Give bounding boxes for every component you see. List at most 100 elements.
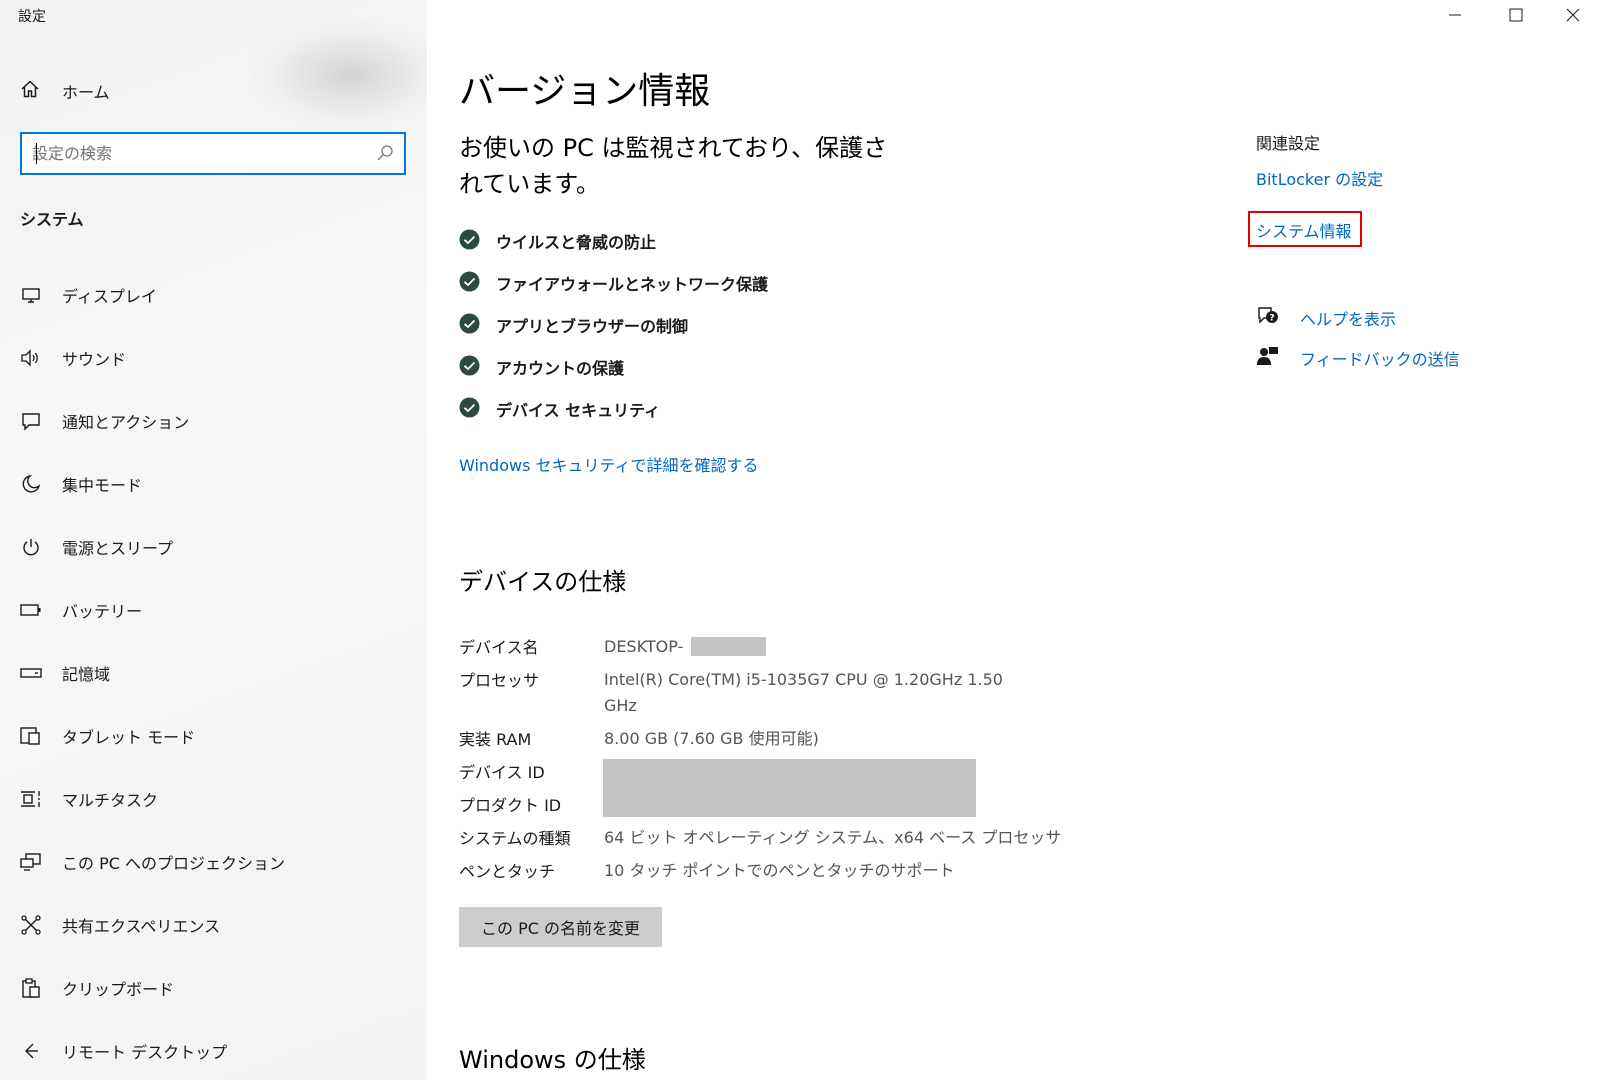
display-icon <box>20 284 42 306</box>
bitlocker-settings-link[interactable]: BitLocker の設定 <box>1256 166 1383 190</box>
windows-specs-heading: Windows の仕様 <box>459 1046 646 1074</box>
spec-label: デバイス名 <box>459 638 539 657</box>
sidebar-item-multitask[interactable]: マルチタスク <box>20 784 158 814</box>
feedback-link[interactable]: フィードバックの送信 <box>1300 346 1460 370</box>
spec-label: ペンとタッチ <box>459 862 556 881</box>
redacted-device-name <box>691 637 766 656</box>
protection-item-label: ウイルスと脅威の防止 <box>496 233 657 252</box>
help-chat-icon: ? <box>1256 305 1280 331</box>
spec-label: システムの種類 <box>459 829 571 848</box>
sidebar-item-label: ディスプレイ <box>62 287 157 306</box>
rename-pc-button[interactable]: この PC の名前を変更 <box>459 907 662 947</box>
home-icon <box>20 79 40 103</box>
minimize-icon <box>1448 7 1462 26</box>
spec-row-system-type: システムの種類 64 ビット オペレーティング システム、x64 ベース プロセ… <box>459 825 1061 851</box>
check-circle-icon <box>459 397 480 422</box>
check-circle-icon <box>459 313 480 338</box>
spec-value: 10 タッチ ポイントでのペンとタッチのサポート <box>604 861 955 880</box>
check-circle-icon <box>459 271 480 296</box>
power-icon <box>20 536 42 558</box>
close-icon <box>1566 7 1580 26</box>
home-button[interactable]: ホーム <box>20 76 110 106</box>
spec-value: DESKTOP- <box>604 637 684 656</box>
protection-item: ファイアウォールとネットワーク保護 <box>459 271 768 295</box>
sidebar-item-label: この PC へのプロジェクション <box>62 854 285 873</box>
storage-icon <box>20 662 42 684</box>
maximize-icon <box>1509 7 1523 26</box>
sidebar-item-battery[interactable]: バッテリー <box>20 595 142 625</box>
spec-row-ram: 実装 RAM 8.00 GB (7.60 GB 使用可能) <box>459 726 819 752</box>
sidebar-item-projection[interactable]: この PC へのプロジェクション <box>20 847 285 877</box>
search-box[interactable] <box>20 132 406 175</box>
sidebar-item-label: 集中モード <box>62 476 143 495</box>
sidebar-item-shared-experiences[interactable]: 共有エクスペリエンス <box>20 910 220 940</box>
protection-item-label: アプリとブラウザーの制御 <box>496 317 689 336</box>
sidebar-item-label: タブレット モード <box>62 728 196 747</box>
sidebar-item-power[interactable]: 電源とスリープ <box>20 532 173 562</box>
battery-icon <box>20 599 42 621</box>
get-help-link[interactable]: ヘルプを表示 <box>1300 306 1396 330</box>
protection-item: デバイス セキュリティ <box>459 397 660 421</box>
sidebar-section-title: システム <box>20 210 84 229</box>
spec-row-device-name: デバイス名 DESKTOP- <box>459 634 683 660</box>
text-caret <box>36 143 37 164</box>
maximize-button[interactable] <box>1486 0 1546 32</box>
protection-item-label: ファイアウォールとネットワーク保護 <box>496 275 769 294</box>
spec-value: 8.00 GB (7.60 GB 使用可能) <box>604 729 819 748</box>
sidebar-item-display[interactable]: ディスプレイ <box>20 280 157 310</box>
spec-value: Intel(R) Core(TM) i5-1035G7 CPU @ 1.20GH… <box>604 670 1003 715</box>
sidebar-item-tablet-mode[interactable]: タブレット モード <box>20 721 195 751</box>
spec-label: デバイス ID <box>459 763 545 782</box>
get-help-item[interactable]: ? ヘルプを表示 <box>1256 305 1396 331</box>
sidebar-item-label: マルチタスク <box>62 791 159 810</box>
sidebar-item-clipboard[interactable]: クリップボード <box>20 973 174 1003</box>
search-input[interactable] <box>32 134 352 173</box>
feedback-icon <box>1256 345 1280 371</box>
sidebar-item-label: サウンド <box>62 350 127 369</box>
page-title: バージョン情報 <box>459 71 711 112</box>
tablet-mode-icon <box>20 725 42 747</box>
windows-security-link[interactable]: Windows セキュリティで詳細を確認する <box>459 452 759 476</box>
spec-row-product-id: プロダクト ID <box>459 792 604 816</box>
protection-item: アプリとブラウザーの制御 <box>459 313 688 337</box>
sidebar-item-label: 記憶域 <box>62 665 111 684</box>
sidebar: 設定 ホーム システム ディスプレイ サウンド 通知とアクション 集中モード 電… <box>0 0 427 1080</box>
protection-item-label: デバイス セキュリティ <box>496 401 661 420</box>
device-specs-heading: デバイスの仕様 <box>459 568 627 596</box>
feedback-item[interactable]: フィードバックの送信 <box>1256 345 1460 371</box>
sidebar-item-label: 共有エクスペリエンス <box>62 917 221 936</box>
protection-item-label: アカウントの保護 <box>496 359 625 378</box>
system-info-link[interactable]: システム情報 <box>1256 218 1352 242</box>
check-circle-icon <box>459 355 480 380</box>
spec-label: 実装 RAM <box>459 730 532 749</box>
spec-row-processor: プロセッサ Intel(R) Core(TM) i5-1035G7 CPU @ … <box>459 667 1034 719</box>
svg-text:?: ? <box>1269 314 1274 324</box>
spec-label: プロダクト ID <box>459 796 562 815</box>
speaker-icon <box>20 347 42 369</box>
multitask-icon <box>20 788 42 810</box>
spec-row-device-id: デバイス ID <box>459 759 604 783</box>
clipboard-icon <box>20 977 42 999</box>
sidebar-item-focus[interactable]: 集中モード <box>20 469 142 499</box>
related-settings-heading: 関連設定 <box>1256 134 1321 153</box>
sidebar-item-storage[interactable]: 記憶域 <box>20 658 110 688</box>
sidebar-item-notifications[interactable]: 通知とアクション <box>20 406 189 436</box>
spec-row-pen-touch: ペンとタッチ 10 タッチ ポイントでのペンとタッチのサポート <box>459 858 955 884</box>
moon-icon <box>20 473 42 495</box>
minimize-button[interactable] <box>1425 0 1485 32</box>
remote-desktop-icon <box>20 1040 42 1062</box>
spec-value: 64 ビット オペレーティング システム、x64 ベース プロセッサ <box>604 828 1062 847</box>
search-icon[interactable] <box>376 144 394 166</box>
home-label: ホーム <box>62 83 110 102</box>
sidebar-item-remote-desktop[interactable]: リモート デスクトップ <box>20 1036 227 1066</box>
close-button[interactable] <box>1543 0 1603 32</box>
protection-item: アカウントの保護 <box>459 355 624 379</box>
sidebar-item-label: 通知とアクション <box>62 413 190 432</box>
sidebar-item-label: リモート デスクトップ <box>62 1043 228 1062</box>
redacted-ids <box>603 759 976 817</box>
sidebar-item-label: クリップボード <box>62 980 175 999</box>
sidebar-backdrop <box>250 20 427 130</box>
notification-icon <box>20 410 42 432</box>
sidebar-item-sound[interactable]: サウンド <box>20 343 126 373</box>
sidebar-item-label: 電源とスリープ <box>62 539 174 558</box>
